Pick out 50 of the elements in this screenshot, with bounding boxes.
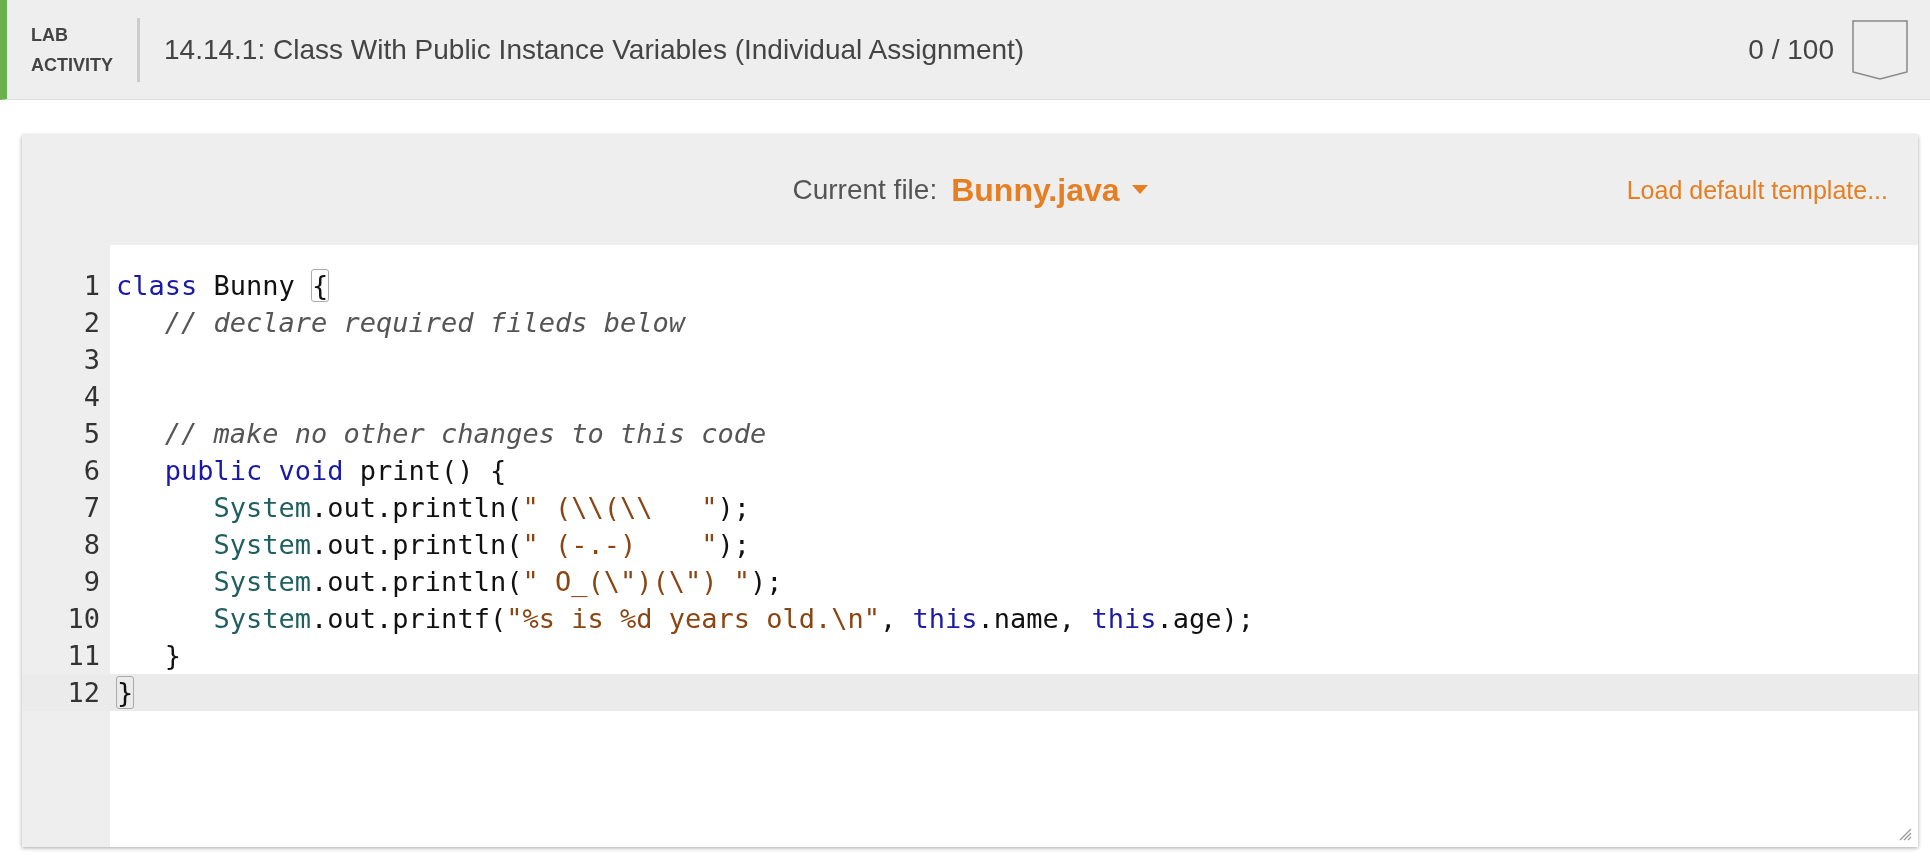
code-text: ); bbox=[750, 566, 783, 597]
code-text: // declare required fileds below bbox=[163, 307, 685, 338]
file-dropdown[interactable]: Bunny.java bbox=[951, 171, 1148, 209]
activity-type-label: LAB ACTIVITY bbox=[31, 23, 113, 77]
code-text: " (\\(\\ " bbox=[522, 492, 718, 523]
line-number: 12 bbox=[66, 677, 101, 708]
code-text: " (-.-) " bbox=[522, 529, 718, 560]
code-text: // make no other changes to this code bbox=[163, 418, 767, 449]
current-file-label: Current file: bbox=[792, 174, 938, 206]
line-number: 10 bbox=[66, 603, 101, 634]
code-text: System bbox=[212, 603, 312, 634]
code-text: .out.println( bbox=[311, 529, 523, 560]
resize-handle-icon[interactable] bbox=[1898, 827, 1912, 841]
code-text: System bbox=[212, 492, 312, 523]
badge-outline-icon bbox=[1852, 19, 1908, 80]
line-number: 6 bbox=[82, 455, 101, 486]
line-number: 7 bbox=[82, 492, 101, 523]
line-number: 4 bbox=[82, 381, 101, 412]
score-text: 0 / 100 bbox=[1748, 33, 1834, 66]
code-text: "%s is %d years old.\n" bbox=[506, 603, 881, 634]
code-text: , bbox=[880, 603, 898, 634]
code-text: .age); bbox=[1156, 603, 1254, 634]
code-text: } bbox=[116, 676, 135, 709]
code-text: class bbox=[116, 270, 198, 301]
code-text: System bbox=[212, 529, 312, 560]
line-number: 9 bbox=[82, 566, 101, 597]
code-text: System bbox=[212, 566, 312, 597]
code-text: print() { bbox=[358, 455, 507, 486]
line-number: 8 bbox=[82, 529, 101, 560]
load-template-link[interactable]: Load default template... bbox=[1626, 175, 1888, 205]
activity-title: 14.14.1: Class With Public Instance Variables (Individual Assignment) bbox=[164, 33, 1026, 66]
code-text: ); bbox=[717, 529, 750, 560]
code-text: .out.printf( bbox=[311, 603, 507, 634]
caret-icon bbox=[1131, 185, 1148, 195]
line-number: 2 bbox=[82, 307, 101, 338]
line-number: 1 bbox=[82, 270, 101, 301]
code-text: " O_(\")(\") " bbox=[522, 566, 750, 597]
line-number: 11 bbox=[66, 640, 101, 671]
code-text: this bbox=[912, 603, 978, 634]
code-text: } bbox=[163, 640, 182, 671]
code-text: .out.println( bbox=[311, 566, 523, 597]
code-text: public void bbox=[163, 455, 344, 486]
code-text: ); bbox=[717, 492, 750, 523]
code-text: Bunny bbox=[212, 270, 296, 301]
code-text: { bbox=[311, 269, 330, 302]
code-text: .name, bbox=[977, 603, 1077, 634]
code-text: .out.println( bbox=[311, 492, 523, 523]
line-number: 3 bbox=[82, 344, 101, 375]
line-number: 5 bbox=[82, 418, 101, 449]
code-text: this bbox=[1091, 603, 1157, 634]
